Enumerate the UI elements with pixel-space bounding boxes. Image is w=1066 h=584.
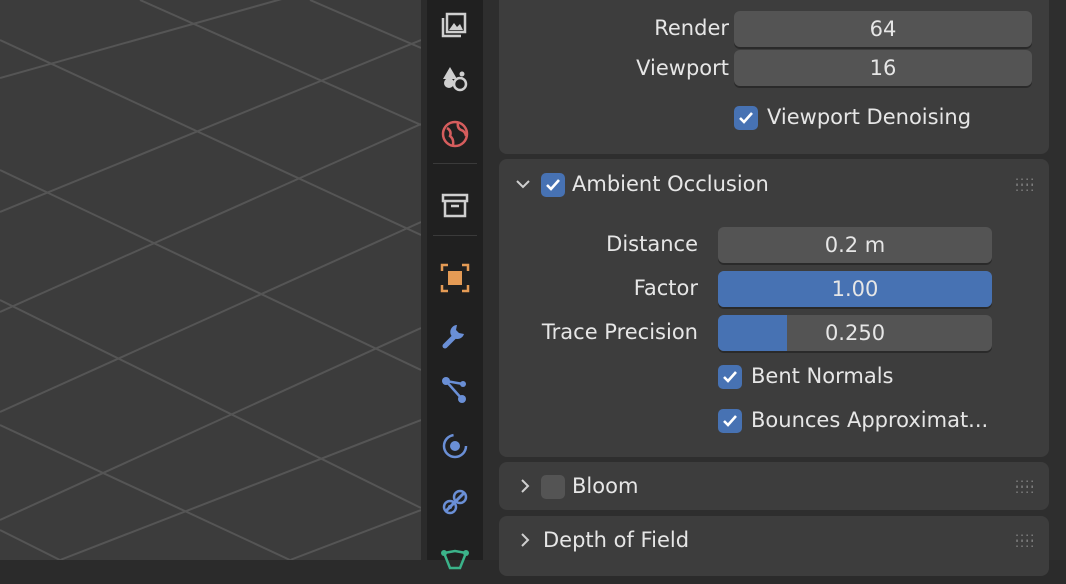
collection-icon — [441, 193, 469, 218]
render-samples-label: Render — [654, 16, 729, 40]
chevron-down-icon[interactable] — [514, 175, 532, 193]
ambient-occlusion-panel: Ambient Occlusion :::::::: Distance 0.2 … — [499, 159, 1049, 457]
bloom-panel[interactable]: Bloom :::::::: — [499, 462, 1049, 510]
trace-precision-label: Trace Precision — [541, 320, 698, 344]
viewport-samples-label: Viewport — [636, 56, 729, 80]
properties-tab-bar — [427, 0, 483, 570]
bloom-title: Bloom — [572, 474, 639, 498]
ambient-occlusion-title: Ambient Occlusion — [572, 172, 769, 196]
render-samples-field[interactable]: 64 — [734, 11, 1032, 47]
view-layer-icon — [443, 67, 468, 92]
properties-editor: Render 64 Viewport 16 Viewport Denoising… — [483, 0, 1066, 576]
tab-world[interactable] — [427, 108, 483, 160]
tab-particles[interactable] — [427, 364, 483, 416]
checkmark-icon — [546, 179, 560, 191]
physics-icon — [442, 433, 468, 459]
tab-output[interactable] — [427, 0, 483, 52]
trace-precision-value: 0.250 — [824, 321, 886, 345]
depth-of-field-panel[interactable]: Depth of Field :::::::: — [499, 516, 1049, 576]
trace-precision-slider-fill — [718, 315, 787, 351]
checkmark-icon — [723, 415, 737, 427]
checkmark-icon — [723, 371, 737, 383]
bent-normals-label: Bent Normals — [751, 364, 894, 388]
factor-slider[interactable]: 1.00 — [718, 271, 992, 307]
sampling-panel: Render 64 Viewport 16 Viewport Denoising — [499, 0, 1049, 154]
distance-field[interactable]: 0.2 m — [718, 227, 992, 263]
constraints-icon — [442, 489, 468, 515]
trace-precision-slider[interactable]: 0.250 — [718, 315, 992, 351]
tab-modifiers[interactable] — [427, 308, 483, 360]
tab-object[interactable] — [427, 252, 483, 304]
viewport-denoising-label: Viewport Denoising — [767, 105, 972, 129]
drag-handle-icon[interactable]: :::::::: — [1015, 477, 1035, 495]
tab-object-data[interactable] — [427, 532, 483, 584]
tab-divider — [433, 163, 477, 164]
distance-label: Distance — [606, 232, 698, 256]
chevron-right-icon[interactable] — [516, 477, 534, 495]
tab-collection[interactable] — [427, 180, 483, 232]
world-icon — [441, 120, 469, 148]
tab-view-layer[interactable] — [427, 52, 483, 104]
tab-constraints[interactable] — [427, 476, 483, 528]
bloom-checkbox[interactable] — [541, 475, 565, 499]
distance-value: 0.2 m — [824, 233, 886, 257]
viewport-samples-field[interactable]: 16 — [734, 50, 1032, 86]
particles-icon — [442, 377, 466, 403]
bounces-approximation-checkbox[interactable] — [718, 409, 742, 433]
object-icon — [440, 263, 470, 293]
drag-handle-icon[interactable]: :::::::: — [1015, 531, 1035, 549]
bent-normals-checkbox[interactable] — [718, 365, 742, 389]
tab-physics[interactable] — [427, 420, 483, 472]
viewport-samples-value: 16 — [869, 56, 897, 80]
bounces-approximation-label: Bounces Approximat... — [751, 408, 989, 432]
chevron-right-icon[interactable] — [516, 531, 534, 549]
checkmark-icon — [739, 112, 753, 124]
tab-divider — [433, 235, 477, 236]
factor-label: Factor — [633, 276, 698, 300]
3d-viewport[interactable] — [0, 0, 421, 560]
factor-value: 1.00 — [831, 277, 879, 301]
output-icon — [441, 12, 467, 38]
modifier-icon — [442, 325, 464, 349]
viewport-denoising-checkbox[interactable] — [734, 106, 758, 130]
render-samples-value: 64 — [869, 17, 897, 41]
viewport-grid — [0, 0, 421, 560]
ambient-occlusion-checkbox[interactable] — [541, 173, 565, 197]
object-data-icon — [441, 549, 469, 570]
depth-of-field-title: Depth of Field — [543, 528, 690, 552]
drag-handle-icon[interactable]: :::::::: — [1015, 175, 1035, 193]
